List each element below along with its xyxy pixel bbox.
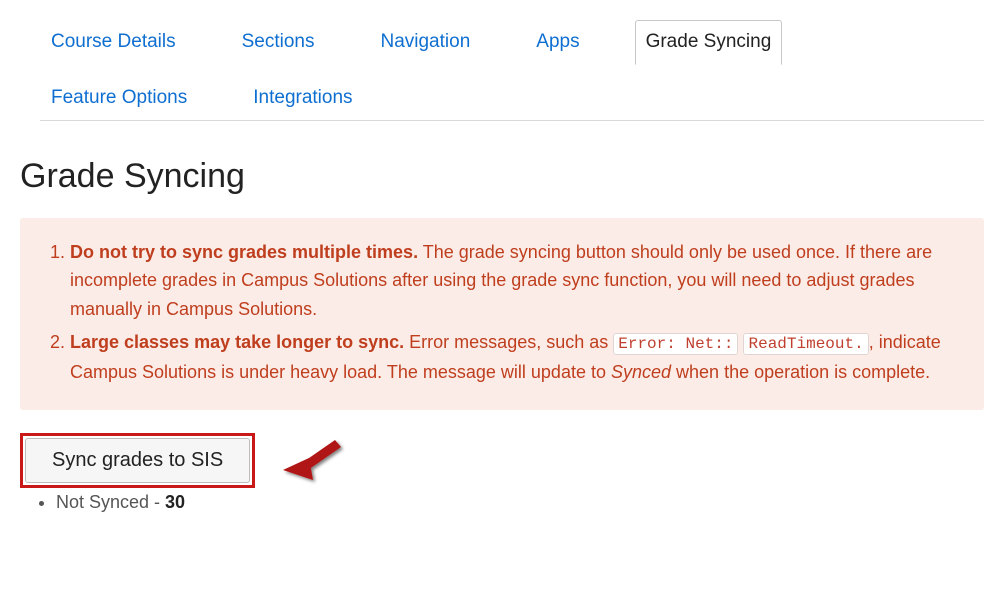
warning-box: Do not try to sync grades multiple times… <box>20 218 984 411</box>
tab-label: Apps <box>536 31 579 52</box>
warning-item-2: Large classes may take longer to sync. E… <box>70 328 954 386</box>
tab-label: Grade Syncing <box>646 31 772 52</box>
sync-grades-button[interactable]: Sync grades to SIS <box>25 438 250 483</box>
tab-integrations[interactable]: Integrations <box>242 76 363 121</box>
page-title: Grade Syncing <box>20 157 984 196</box>
warning-text-2a: Error messages, such as <box>404 332 613 352</box>
error-code-2: ReadTimeout. <box>743 333 868 355</box>
status-label: Not Synced - <box>56 492 165 512</box>
tab-sections[interactable]: Sections <box>231 20 326 65</box>
sync-status-list: Not Synced - 30 <box>20 492 984 513</box>
page-container: Course Details Sections Navigation Apps … <box>0 0 1004 533</box>
tab-label: Course Details <box>51 31 176 52</box>
tab-apps[interactable]: Apps <box>525 20 590 65</box>
tab-navigation[interactable]: Navigation <box>369 20 481 65</box>
tab-course-details[interactable]: Course Details <box>40 20 187 65</box>
warning-strong-1: Do not try to sync grades multiple times… <box>70 242 418 262</box>
warning-item-1: Do not try to sync grades multiple times… <box>70 238 954 324</box>
arrow-annotation-icon <box>275 430 345 490</box>
warning-text-2c: when the operation is complete. <box>671 362 930 382</box>
warning-strong-2: Large classes may take longer to sync. <box>70 332 404 352</box>
sync-action-row: Sync grades to SIS <box>20 430 984 490</box>
tab-label: Sections <box>242 31 315 52</box>
tab-label: Integrations <box>253 87 352 108</box>
tab-label: Feature Options <box>51 87 187 108</box>
warning-em: Synced <box>611 362 671 382</box>
settings-tabs: Course Details Sections Navigation Apps … <box>40 20 984 121</box>
tab-label: Navigation <box>380 31 470 52</box>
tab-grade-syncing[interactable]: Grade Syncing <box>635 20 783 65</box>
button-highlight-box: Sync grades to SIS <box>20 433 255 488</box>
status-not-synced: Not Synced - 30 <box>56 492 984 513</box>
error-code-1: Error: Net:: <box>613 333 738 355</box>
tab-feature-options[interactable]: Feature Options <box>40 76 198 121</box>
status-count: 30 <box>165 492 185 512</box>
